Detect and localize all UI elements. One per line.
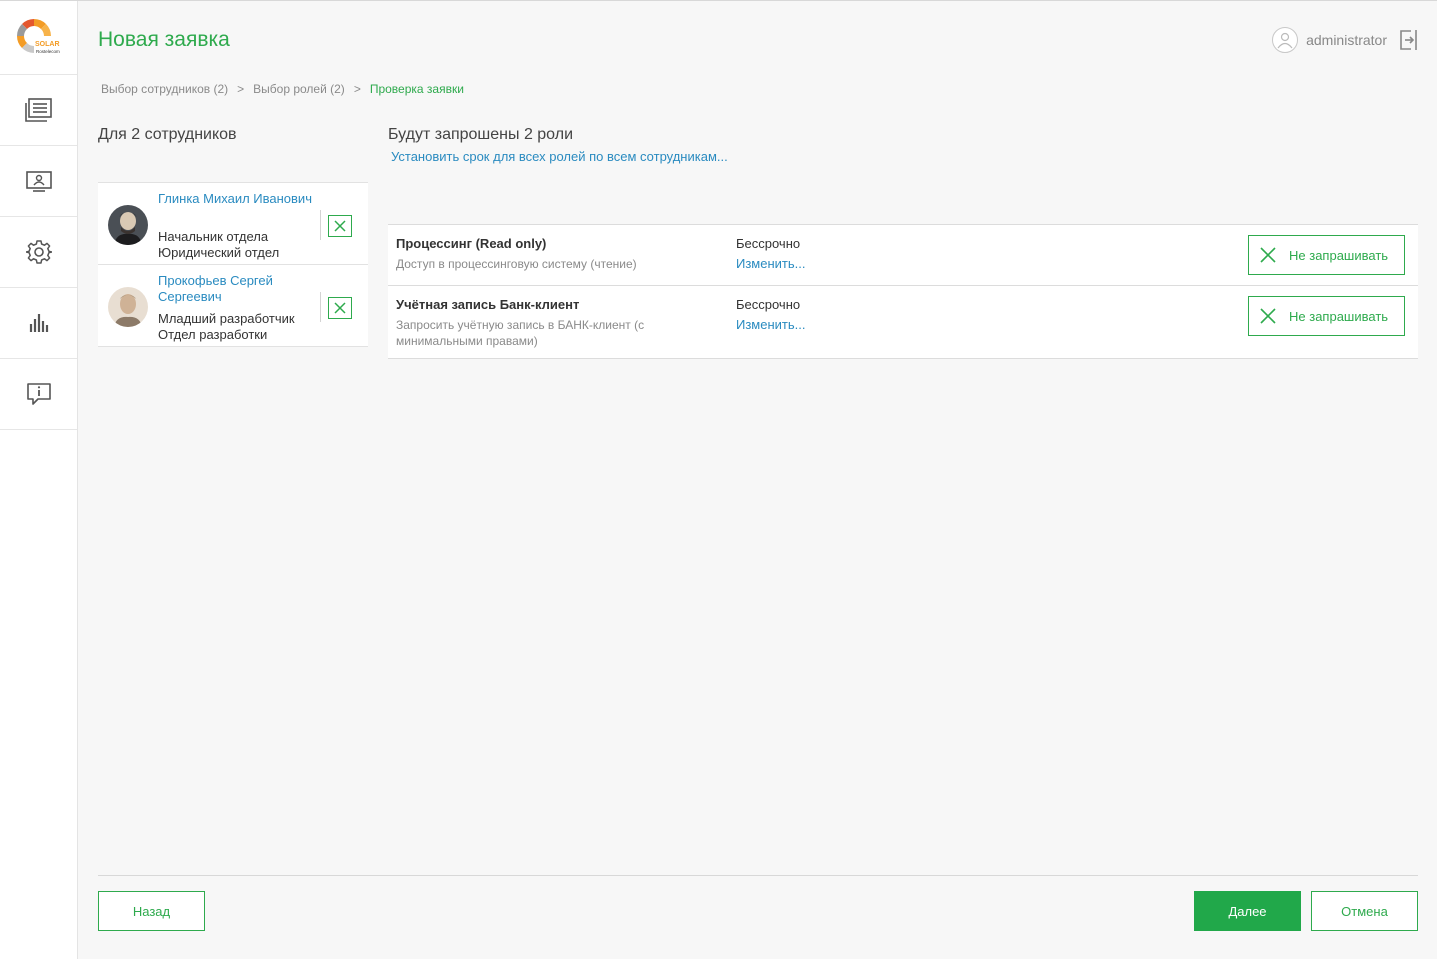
employee-department: Юридический отдел <box>158 245 280 260</box>
remove-employee-button[interactable] <box>328 297 352 319</box>
roles-heading: Будут запрошены 2 роли <box>388 126 573 143</box>
role-name: Учётная запись Банк-клиент <box>396 297 580 312</box>
next-button[interactable]: Далее <box>1194 891 1301 931</box>
employee-list: Глинка Михаил Иванович Начальник отдела … <box>98 182 368 347</box>
employee-department: Отдел разработки <box>158 327 268 342</box>
role-term: Бессрочно <box>736 236 801 251</box>
role-description: Доступ в процессинговую систему (чтение) <box>396 257 637 271</box>
monitor-icon <box>25 171 52 192</box>
dont-request-label: Не запрашивать <box>1289 308 1389 324</box>
roles-table: Процессинг (Read only) Доступ в процесси… <box>388 224 1418 359</box>
solar-logo[interactable]: SOLAR Rostelecom <box>0 1 77 75</box>
close-icon <box>334 220 346 232</box>
user-avatar-icon[interactable] <box>1272 27 1299 53</box>
breadcrumb: Выбор сотрудников (2) > Выбор ролей (2) … <box>101 82 464 96</box>
change-term-link[interactable]: Изменить... <box>736 256 805 271</box>
gear-icon <box>25 240 52 264</box>
breadcrumb-separator: > <box>237 82 245 96</box>
employee-name[interactable]: Прокофьев Сергей Сергеевич <box>158 273 318 305</box>
nav-reports[interactable] <box>0 288 77 359</box>
close-icon <box>1260 247 1276 263</box>
cancel-button[interactable]: Отмена <box>1311 891 1418 931</box>
employee-position: Младший разработчик <box>158 311 295 326</box>
chart-icon <box>29 314 48 332</box>
role-row: Процессинг (Read only) Доступ в процесси… <box>388 225 1418 286</box>
username[interactable]: administrator <box>1306 32 1387 48</box>
footer-divider <box>98 875 1418 876</box>
info-message-icon <box>26 383 51 405</box>
nav-settings[interactable] <box>0 217 77 288</box>
page-title: Новая заявка <box>98 28 230 51</box>
role-row: Учётная запись Банк-клиент Запросить учё… <box>388 286 1418 359</box>
breadcrumb-step-employees[interactable]: Выбор сотрудников (2) <box>101 82 228 96</box>
requests-icon <box>24 98 52 122</box>
employee-position: Начальник отдела <box>158 229 269 244</box>
close-icon <box>1260 308 1276 324</box>
dont-request-button[interactable]: Не запрашивать <box>1248 296 1405 336</box>
role-description: Запросить учётную запись в БАНК-клиент (… <box>396 318 645 348</box>
nav-requests[interactable] <box>0 75 77 146</box>
employees-heading: Для 2 сотрудников <box>98 126 237 143</box>
back-button[interactable]: Назад <box>98 891 205 931</box>
sidebar: SOLAR Rostelecom <box>0 1 78 959</box>
divider <box>320 210 321 240</box>
svg-text:Rostelecom: Rostelecom <box>36 49 60 54</box>
logout-icon[interactable] <box>1399 29 1419 51</box>
nav-info[interactable] <box>0 359 77 430</box>
employee-card: Прокофьев Сергей Сергеевич Младший разра… <box>98 265 368 347</box>
dont-request-label: Не запрашивать <box>1289 247 1389 263</box>
role-name: Процессинг (Read only) <box>396 236 547 251</box>
breadcrumb-step-review: Проверка заявки <box>369 82 464 96</box>
divider <box>320 292 321 322</box>
close-icon <box>334 302 346 314</box>
set-term-all-link[interactable]: Установить срок для всех ролей по всем с… <box>391 149 728 164</box>
employee-name[interactable]: Глинка Михаил Иванович <box>158 191 318 207</box>
role-term: Бессрочно <box>736 297 801 312</box>
breadcrumb-separator: > <box>353 82 361 96</box>
employee-card: Глинка Михаил Иванович Начальник отдела … <box>98 183 368 265</box>
svg-text:SOLAR: SOLAR <box>35 41 60 48</box>
user-area: administrator <box>1272 27 1419 53</box>
nav-monitor[interactable] <box>0 146 77 217</box>
employee-photo <box>108 287 148 327</box>
dont-request-button[interactable]: Не запрашивать <box>1248 235 1405 275</box>
employee-photo <box>108 205 148 245</box>
breadcrumb-step-roles[interactable]: Выбор ролей (2) <box>253 82 345 96</box>
remove-employee-button[interactable] <box>328 215 352 237</box>
change-term-link[interactable]: Изменить... <box>736 317 805 332</box>
